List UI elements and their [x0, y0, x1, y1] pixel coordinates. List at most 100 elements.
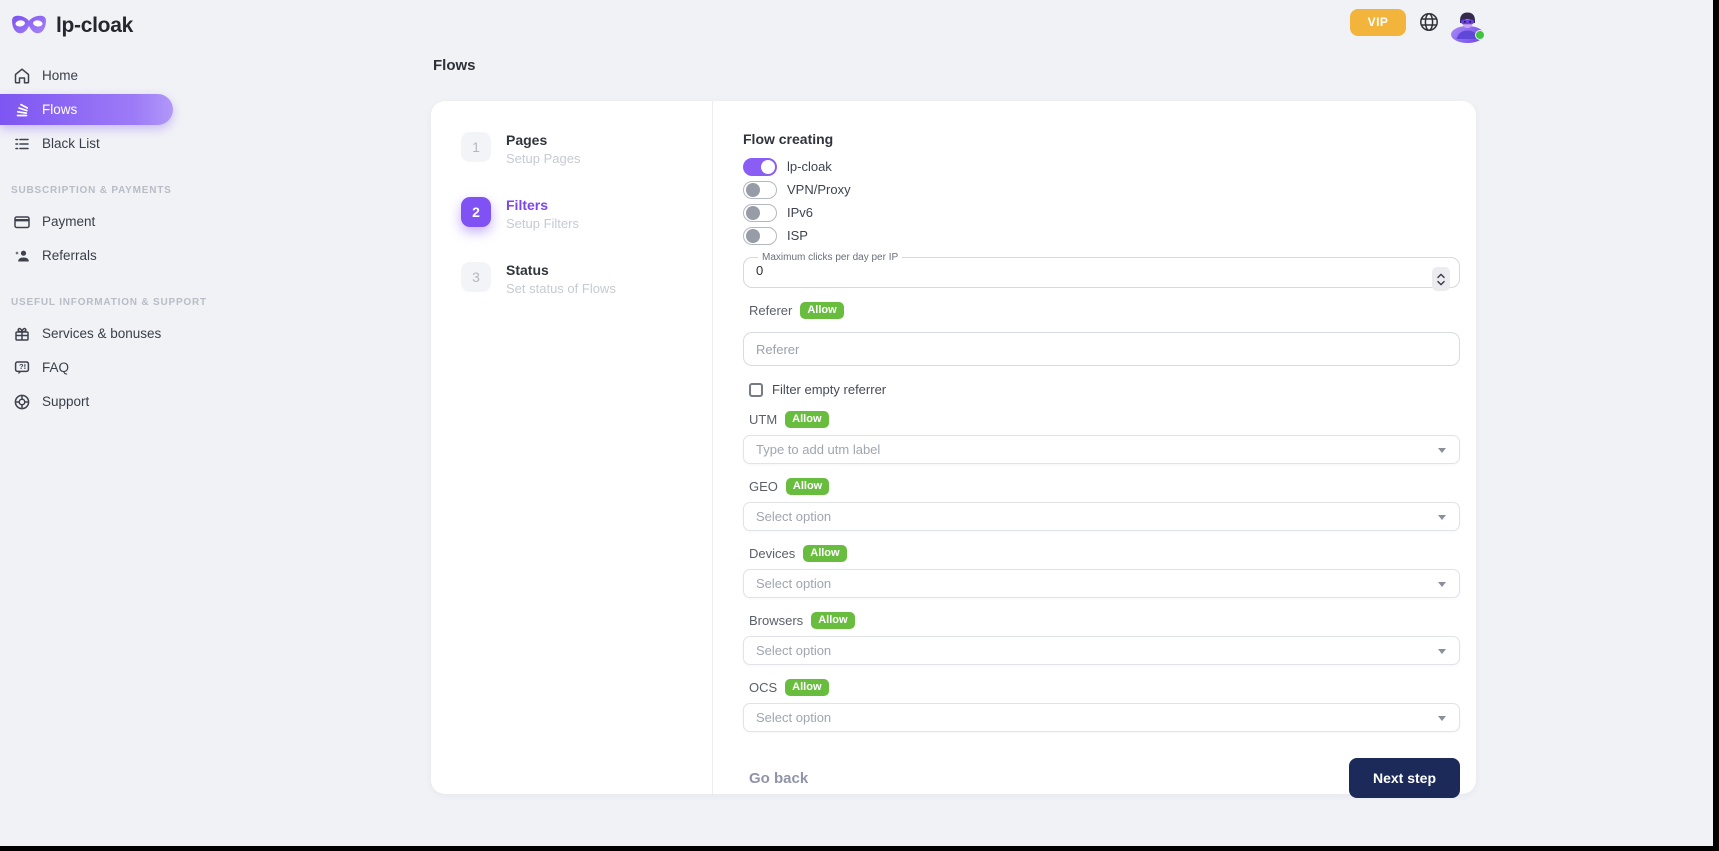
- sidebar: lp-cloak Home: [0, 0, 173, 846]
- select-placeholder: Select option: [756, 643, 831, 658]
- number-stepper-icon[interactable]: [1432, 267, 1450, 291]
- chevron-down-icon: [1438, 649, 1446, 654]
- step-status[interactable]: 3 Status Set status of Flows: [461, 262, 712, 296]
- step-filters[interactable]: 2 Filters Setup Filters: [461, 197, 712, 231]
- sidebar-item-label: Support: [42, 394, 89, 409]
- ocs-allow-badge[interactable]: Allow: [785, 679, 828, 696]
- select-placeholder: Select option: [756, 509, 831, 524]
- flow-creating-form: Flow creating lp-cloak VPN/Proxy IPv6 IS…: [743, 101, 1460, 798]
- sidebar-item-referrals[interactable]: Referrals: [0, 240, 173, 271]
- toggle-label: lp-cloak: [787, 159, 832, 174]
- sidebar-item-flows[interactable]: Flows: [0, 94, 173, 125]
- max-clicks-label: Maximum clicks per day per IP: [758, 252, 902, 263]
- chevron-down-icon: [1438, 448, 1446, 453]
- geo-allow-badge[interactable]: Allow: [786, 478, 829, 495]
- lp-cloak-toggle[interactable]: [743, 158, 777, 176]
- sidebar-item-label: Payment: [42, 214, 95, 229]
- blacklist-icon: [13, 135, 31, 153]
- step-subtitle: Setup Filters: [506, 216, 579, 231]
- sidebar-item-label: FAQ: [42, 360, 69, 375]
- toggle-row-ipv6[interactable]: IPv6: [743, 203, 1460, 222]
- toggle-group: lp-cloak VPN/Proxy IPv6 ISP: [743, 157, 1460, 245]
- isp-toggle[interactable]: [743, 227, 777, 245]
- referer-label-row: Referer Allow: [749, 301, 1460, 319]
- topbar: VIP: [1350, 5, 1484, 39]
- select-placeholder: Select option: [756, 576, 831, 591]
- form-title: Flow creating: [743, 131, 1460, 147]
- next-step-button[interactable]: Next step: [1349, 758, 1460, 798]
- stepper: 1 Pages Setup Pages 2 Filters Setup Filt…: [431, 101, 713, 794]
- ocs-select[interactable]: Select option: [743, 703, 1460, 732]
- ocs-label: OCS: [749, 680, 777, 695]
- step-number-badge: 1: [461, 132, 491, 162]
- flow-card: 1 Pages Setup Pages 2 Filters Setup Filt…: [431, 101, 1476, 794]
- step-title: Pages: [506, 132, 580, 148]
- referrals-person-icon: [13, 247, 31, 265]
- toggle-row-isp[interactable]: ISP: [743, 226, 1460, 245]
- lifebuoy-icon: [13, 393, 31, 411]
- sidebar-section-support: USEFUL INFORMATION & SUPPORT: [11, 297, 173, 308]
- referer-label: Referer: [749, 303, 792, 318]
- vip-button[interactable]: VIP: [1350, 9, 1406, 36]
- browsers-allow-badge[interactable]: Allow: [811, 612, 854, 629]
- utm-select[interactable]: Type to add utm label: [743, 435, 1460, 464]
- toggle-row-vpn-proxy[interactable]: VPN/Proxy: [743, 180, 1460, 199]
- sidebar-section-subscription: SUBSCRIPTION & PAYMENTS: [11, 185, 173, 196]
- ipv6-toggle[interactable]: [743, 204, 777, 222]
- sidebar-item-label: Services & bonuses: [42, 326, 161, 341]
- toggle-label: IPv6: [787, 205, 813, 220]
- devices-allow-badge[interactable]: Allow: [803, 545, 846, 562]
- sidebar-item-payment[interactable]: Payment: [0, 206, 173, 237]
- globe-icon[interactable]: [1418, 11, 1440, 33]
- referer-allow-badge[interactable]: Allow: [800, 302, 843, 319]
- geo-label: GEO: [749, 479, 778, 494]
- max-clicks-value: 0: [756, 263, 1447, 278]
- step-pages[interactable]: 1 Pages Setup Pages: [461, 132, 712, 166]
- chevron-down-icon: [1438, 716, 1446, 721]
- toggle-knob: [746, 229, 760, 243]
- devices-label-row: Devices Allow: [749, 544, 1460, 562]
- filter-empty-referrer-checkbox-row[interactable]: Filter empty referrer: [749, 382, 1460, 397]
- gift-icon: [13, 325, 31, 343]
- checkbox-label: Filter empty referrer: [772, 382, 886, 397]
- payment-card-icon: [13, 213, 31, 231]
- devices-select[interactable]: Select option: [743, 569, 1460, 598]
- chevron-down-icon: [1438, 515, 1446, 520]
- toggle-label: ISP: [787, 228, 808, 243]
- select-placeholder: Select option: [756, 710, 831, 725]
- sidebar-item-label: Black List: [42, 136, 100, 151]
- geo-select[interactable]: Select option: [743, 502, 1460, 531]
- toggle-knob: [746, 206, 760, 220]
- sidebar-item-support[interactable]: Support: [0, 386, 173, 417]
- go-back-button[interactable]: Go back: [749, 770, 808, 787]
- browsers-select[interactable]: Select option: [743, 636, 1460, 665]
- utm-allow-badge[interactable]: Allow: [785, 411, 828, 428]
- checkbox[interactable]: [749, 383, 763, 397]
- geo-label-row: GEO Allow: [749, 477, 1460, 495]
- vpn-proxy-toggle[interactable]: [743, 181, 777, 199]
- sidebar-item-services-bonuses[interactable]: Services & bonuses: [0, 318, 173, 349]
- toggle-row-lp-cloak[interactable]: lp-cloak: [743, 157, 1460, 176]
- max-clicks-field[interactable]: Maximum clicks per day per IP 0: [743, 252, 1460, 288]
- page-title: Flows: [433, 57, 476, 74]
- app-title: lp-cloak: [56, 14, 133, 38]
- select-placeholder: Type to add utm label: [756, 442, 880, 457]
- sidebar-item-faq[interactable]: ?! FAQ: [0, 352, 173, 383]
- user-avatar[interactable]: [1451, 6, 1484, 39]
- app-root: lp-cloak Home: [0, 0, 1713, 846]
- sidebar-item-label: Referrals: [42, 248, 97, 263]
- step-subtitle: Set status of Flows: [506, 281, 616, 296]
- devices-label: Devices: [749, 546, 795, 561]
- app-logo[interactable]: lp-cloak: [0, 0, 173, 42]
- sidebar-item-black-list[interactable]: Black List: [0, 128, 173, 159]
- referer-input[interactable]: [743, 332, 1460, 366]
- step-title: Filters: [506, 197, 579, 213]
- step-subtitle: Setup Pages: [506, 151, 580, 166]
- utm-label-row: UTM Allow: [749, 410, 1460, 428]
- flows-icon: [13, 101, 31, 119]
- browsers-label: Browsers: [749, 613, 803, 628]
- chevron-down-icon: [1438, 582, 1446, 587]
- step-number-badge: 2: [461, 197, 491, 227]
- sidebar-item-home[interactable]: Home: [0, 60, 173, 91]
- step-title: Status: [506, 262, 616, 278]
